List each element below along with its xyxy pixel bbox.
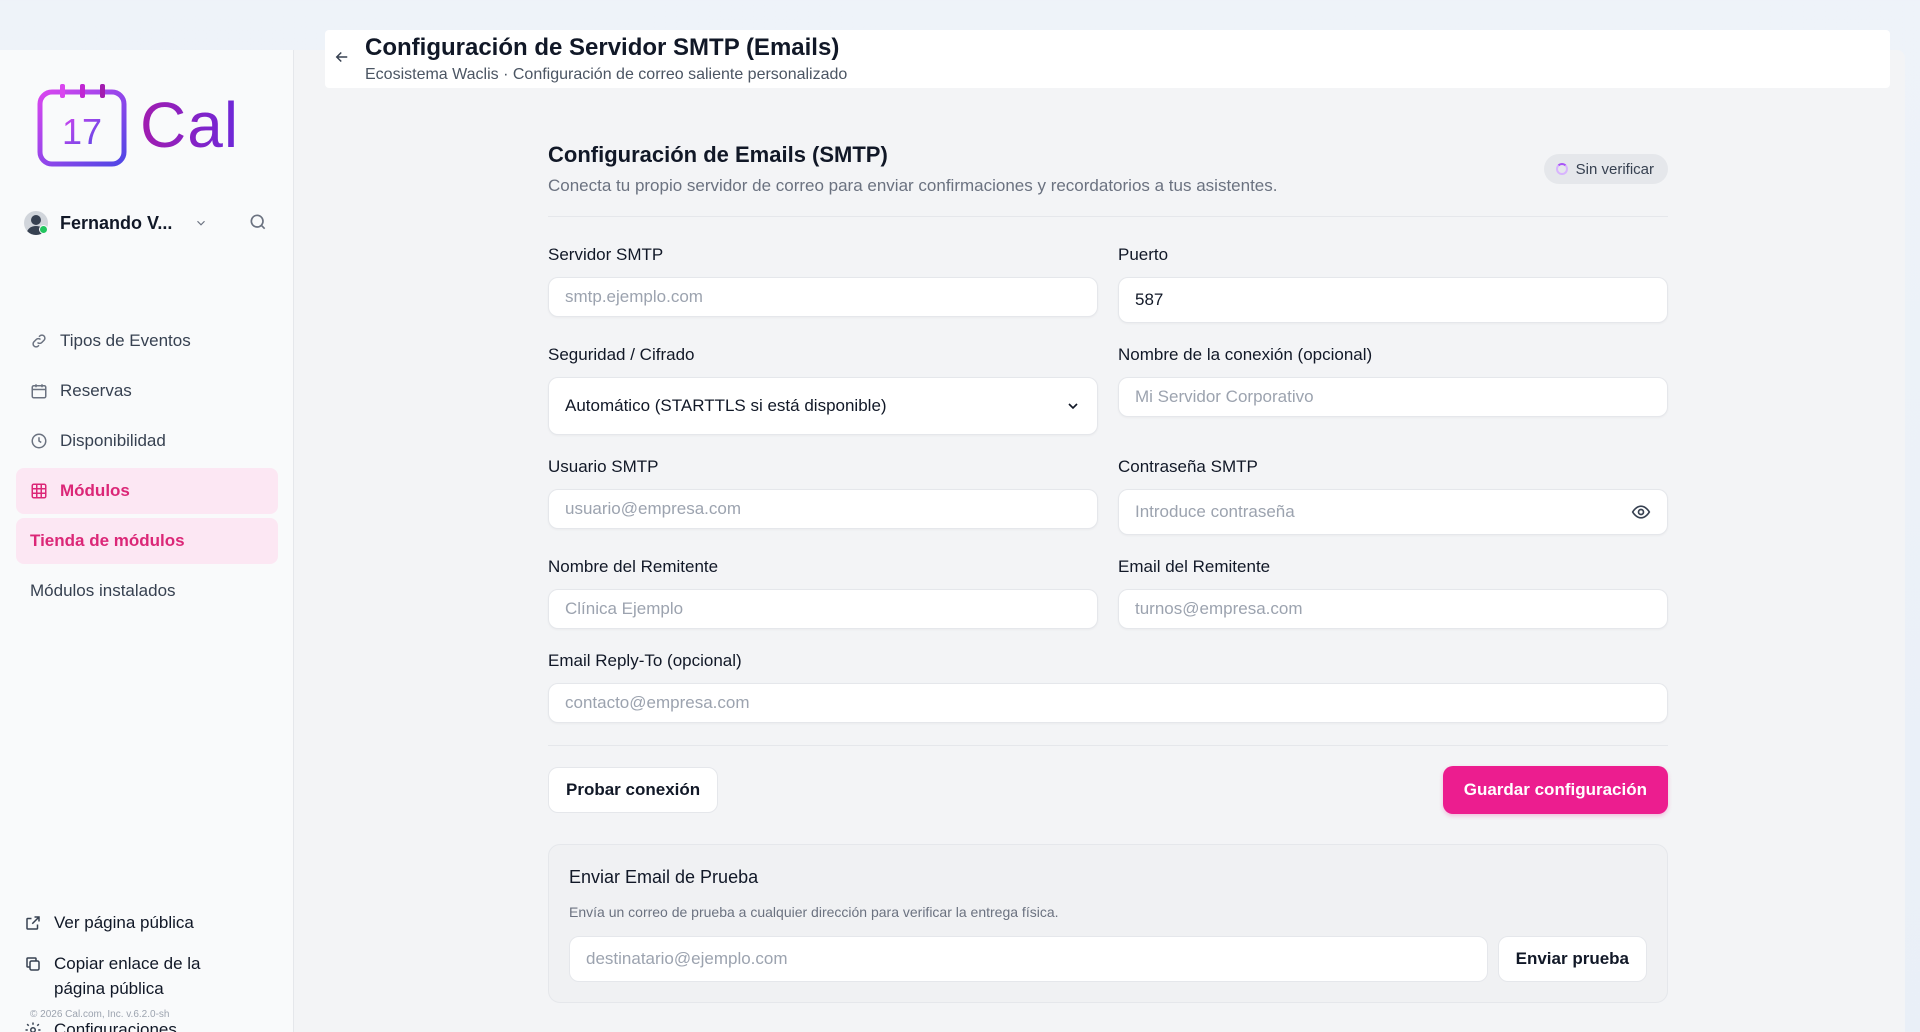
smtp-password-input[interactable]: Introduce contraseña (1118, 489, 1668, 535)
nav-item-modules[interactable]: Módulos (16, 468, 278, 514)
online-status-dot (39, 225, 48, 234)
bnav-label: Ver página pública (54, 913, 194, 932)
test-email-title: Enviar Email de Prueba (569, 867, 759, 887)
field-server: Servidor SMTP smtp.ejemplo.com (548, 245, 1098, 323)
nav-label: Tipos de Eventos (60, 331, 191, 350)
copy-icon (26, 957, 40, 971)
nav-label: Módulos (60, 481, 130, 500)
sender-email-input[interactable]: turnos@empresa.com (1118, 589, 1668, 629)
field-user: Usuario SMTP usuario@empresa.com (548, 457, 1098, 535)
send-test-button[interactable]: Enviar prueba (1497, 936, 1647, 982)
search-icon[interactable] (248, 212, 268, 237)
svg-text:17: 17 (62, 111, 102, 152)
section-title: Configuración de Emails (SMTP) (548, 142, 888, 167)
view-public-page-link[interactable]: Ver página pública (24, 910, 274, 935)
section-subtitle: Conecta tu propio servidor de correo par… (548, 176, 1278, 195)
field-port: Puerto 587 (1118, 245, 1668, 323)
security-select[interactable]: Automático (STARTTLS si está disponible) (548, 377, 1098, 435)
page-subtitle: Ecosistema Waclis · Configuración de cor… (365, 66, 848, 83)
page-header: Configuración de Servidor SMTP (Emails) … (325, 30, 1890, 88)
label-sender-name: Nombre del Remitente (548, 557, 719, 576)
label-reply-to: Email Reply-To (opcional) (548, 651, 742, 670)
label-port: Puerto (1118, 245, 1169, 264)
connection-name-input[interactable]: Mi Servidor Corporativo (1118, 377, 1668, 417)
port-input[interactable]: 587 (1118, 277, 1668, 323)
loading-icon (1555, 163, 1568, 175)
back-arrow-icon[interactable] (333, 48, 351, 71)
test-email-subtitle: Envía un correo de prueba a cualquier di… (569, 904, 1059, 920)
eye-icon[interactable] (1631, 502, 1651, 522)
status-badge: Sin verificar (1543, 154, 1668, 184)
user-menu[interactable]: Fernando V... (24, 208, 274, 238)
smtp-user-input[interactable]: usuario@empresa.com (548, 489, 1098, 529)
bnav-label: Copiar enlace de la página pública (54, 954, 201, 998)
nav-label: Disponibilidad (60, 431, 166, 450)
field-reply-to: Email Reply-To (opcional) contacto@empre… (548, 651, 1668, 723)
test-email-row: destinatario@ejemplo.com Enviar prueba (569, 936, 1647, 982)
nav-item-availability[interactable]: Disponibilidad (16, 418, 278, 464)
save-config-button[interactable]: Guardar configuración (1442, 766, 1668, 814)
security-select-value: Automático (STARTTLS si está disponible) (565, 396, 887, 415)
external-link-icon (26, 916, 40, 930)
chevron-down-icon (194, 216, 208, 230)
divider (548, 216, 1668, 217)
password-placeholder: Introduce contraseña (1135, 502, 1295, 521)
label-conn-name: Nombre de la conexión (opcional) (1118, 345, 1373, 364)
gear-icon (25, 1022, 41, 1032)
copyright: © 2026 Cal.com, Inc. v.6.2.0-sh (30, 1009, 170, 1020)
logo[interactable]: 17 Cal (36, 82, 239, 168)
label-password: Contraseña SMTP (1118, 457, 1258, 476)
logo-text: Cal (140, 89, 240, 161)
page-title: Configuración de Servidor SMTP (Emails) (365, 34, 840, 61)
field-password: Contraseña SMTP Introduce contraseña (1118, 457, 1668, 535)
smtp-server-input[interactable]: smtp.ejemplo.com (548, 277, 1098, 317)
sender-name-input[interactable]: Clínica Ejemplo (548, 589, 1098, 629)
nav-label: Reservas (60, 381, 132, 400)
label-user: Usuario SMTP (548, 457, 659, 476)
field-sender-email: Email del Remitente turnos@empresa.com (1118, 557, 1668, 629)
label-server: Servidor SMTP (548, 245, 664, 264)
test-email-panel: Enviar Email de Prueba Envía un correo d… (548, 844, 1668, 1003)
clock-icon (31, 433, 47, 449)
nav-item-event-types[interactable]: Tipos de Eventos (16, 318, 278, 364)
label-sender-email: Email del Remitente (1118, 557, 1271, 576)
field-security: Seguridad / Cifrado Automático (STARTTLS… (548, 345, 1098, 435)
smtp-form: Servidor SMTP smtp.ejemplo.com Puerto 58… (548, 245, 1668, 745)
grid-icon (31, 483, 47, 499)
form-actions: Probar conexión Guardar configuración (548, 745, 1668, 814)
label-security: Seguridad / Cifrado (548, 345, 695, 364)
test-connection-button[interactable]: Probar conexión (548, 767, 719, 813)
calendar-logo-icon: 17 (37, 84, 127, 167)
field-sender-name: Nombre del Remitente Clínica Ejemplo (548, 557, 1098, 629)
status-badge-label: Sin verificar (1575, 160, 1654, 178)
chevron-down-icon (1068, 403, 1078, 410)
nav-item-module-store[interactable]: Tienda de módulos (16, 518, 278, 564)
user-name: Fernando V... (60, 212, 173, 233)
main-nav: Tipos de Eventos Reservas Disponibilidad… (16, 318, 278, 618)
field-conn-name: Nombre de la conexión (opcional) Mi Serv… (1118, 345, 1668, 435)
sidebar: 17 Cal Fernando V... Tipos de Eventos Re… (0, 50, 294, 1032)
smtp-settings-panel: Configuración de Emails (SMTP) Conecta t… (548, 142, 1668, 1003)
recipient-input[interactable]: destinatario@ejemplo.com (569, 936, 1488, 982)
calendar-icon (31, 384, 47, 399)
nav-item-bookings[interactable]: Reservas (16, 368, 278, 414)
link-icon (32, 334, 46, 348)
reply-to-input[interactable]: contacto@empresa.com (548, 683, 1668, 723)
copy-public-link[interactable]: Copiar enlace de la página pública (24, 951, 274, 1001)
nav-item-installed-modules[interactable]: Módulos instalados (16, 568, 278, 614)
